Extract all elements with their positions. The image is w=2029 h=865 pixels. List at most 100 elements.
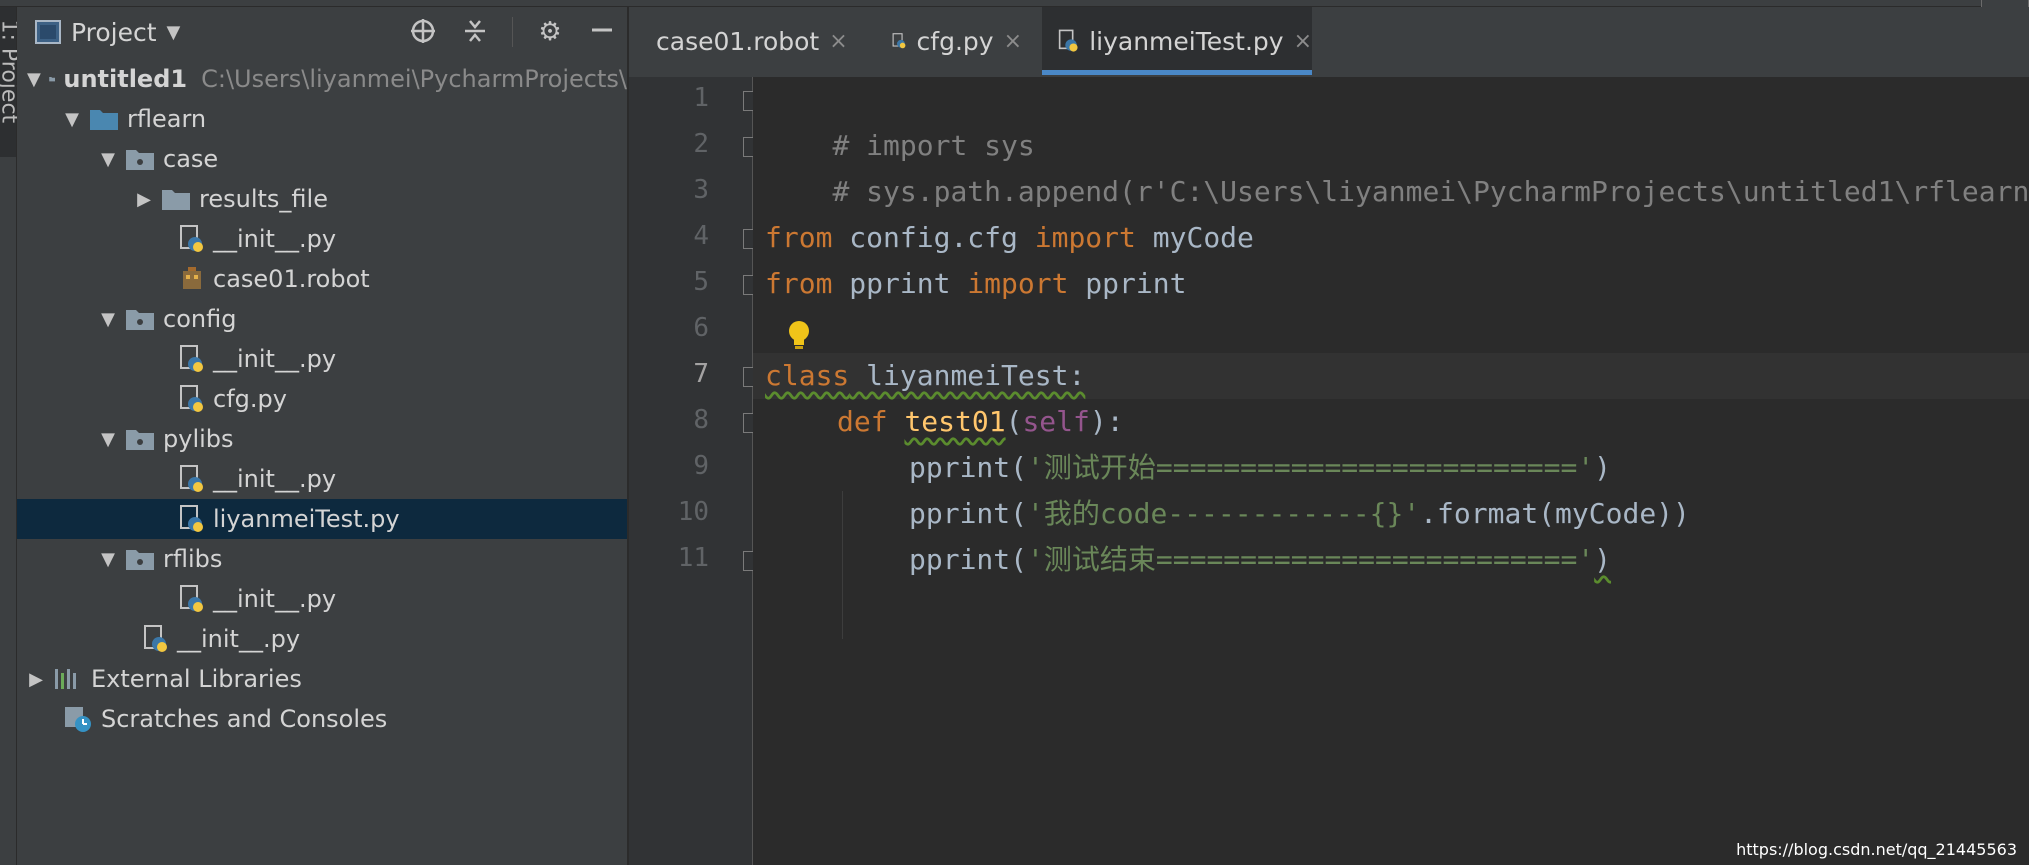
keyword: class <box>765 359 850 392</box>
collapse-all-icon[interactable] <box>460 17 490 47</box>
python-file-icon <box>892 33 906 49</box>
code-line-10: pprint('我的code------------{}'.format(myC… <box>765 491 1690 537</box>
identifier: pprint <box>1068 267 1187 300</box>
python-file-icon <box>180 385 203 412</box>
self-param: self <box>1022 405 1090 438</box>
keyword: import <box>967 267 1069 300</box>
line-number-gutter: 1 2 3 4 5 6 7 8 9 10 11 <box>629 77 759 865</box>
package-folder-icon <box>126 550 154 570</box>
tree-item-case[interactable]: ▼ case <box>17 139 627 179</box>
chevron-down-icon[interactable]: ▼ <box>27 69 41 90</box>
chevron-down-icon[interactable]: ▼ <box>63 109 81 130</box>
tree-item-cfg-py[interactable]: cfg.py <box>17 379 627 419</box>
tree-item-rflibs[interactable]: ▼ rflibs <box>17 539 627 579</box>
tree-item-init-py[interactable]: __init__.py <box>17 459 627 499</box>
tree-item-init-py[interactable]: __init__.py <box>17 619 627 659</box>
tree-item-label: rflibs <box>163 545 223 573</box>
header-divider <box>512 17 513 47</box>
line-number: 10 <box>677 497 709 527</box>
keyword: def <box>837 405 888 438</box>
chevron-right-icon[interactable]: ▶ <box>27 669 45 690</box>
tree-item-label: case01.robot <box>213 265 370 293</box>
close-icon[interactable]: × <box>829 29 847 54</box>
close-icon[interactable]: × <box>1004 29 1022 54</box>
project-panel: Project ▼ ⚙ ▼ untitled1 C:\Users\liyanme… <box>17 7 629 865</box>
chevron-right-icon[interactable]: ▶ <box>135 189 153 210</box>
library-icon <box>55 669 76 689</box>
keyword: import <box>1034 221 1136 254</box>
chevron-down-icon[interactable]: ▼ <box>99 549 117 570</box>
python-file-icon <box>180 505 203 532</box>
paren: ) <box>1594 451 1612 484</box>
project-panel-title: Project <box>71 17 157 47</box>
close-icon[interactable]: × <box>1294 29 1312 54</box>
scratches-icon <box>65 707 91 732</box>
tab-liyanmeitest-py[interactable]: liyanmeiTest.py × <box>1042 7 1312 75</box>
tool-window-strip: 1: Project <box>0 7 22 865</box>
identifier: myCode <box>1135 221 1254 254</box>
chevron-down-icon[interactable]: ▼ <box>99 429 117 450</box>
tree-item-label: case <box>163 145 219 173</box>
editor-tab-bar: case01.robot × cfg.py × liyanmeiTest.py … <box>629 7 2029 78</box>
python-file-icon <box>1058 29 1078 52</box>
function-call: pprint( <box>909 451 1028 484</box>
code-line-5: from pprint import pprint <box>765 261 1186 307</box>
tab-label: case01.robot <box>656 26 820 56</box>
code-line-2: # sys.path.append(r'C:\Users\liyanmei\Py… <box>765 123 2029 208</box>
tree-item-config[interactable]: ▼ config <box>17 299 627 339</box>
tree-item-scratches[interactable]: Scratches and Consoles <box>17 699 627 739</box>
string-literal: '我的code------------{}' <box>1027 497 1421 530</box>
tab-label: cfg.py <box>916 26 994 56</box>
project-tool-tab[interactable]: 1: Project <box>0 7 22 157</box>
code-line-1: # import sys <box>765 77 1034 162</box>
keyword: from <box>765 267 833 300</box>
package-folder-icon <box>126 430 154 450</box>
tree-item-external-libraries[interactable]: ▶ External Libraries <box>17 659 627 699</box>
tree-item-label: pylibs <box>163 425 234 453</box>
tree-item-label: __init__.py <box>213 465 337 493</box>
tree-item-init-py[interactable]: __init__.py <box>17 339 627 379</box>
tree-item-init-py[interactable]: __init__.py <box>17 579 627 619</box>
package-folder-icon <box>126 150 154 170</box>
line-number: 8 <box>693 405 709 435</box>
chevron-down-icon[interactable]: ▼ <box>99 149 117 170</box>
module-name: config.cfg <box>832 221 1035 254</box>
line-number: 5 <box>693 267 709 297</box>
python-file-icon <box>144 625 167 652</box>
title-bar <box>0 0 2029 7</box>
folder-icon <box>49 77 56 82</box>
project-view-selector[interactable]: Project ▼ <box>35 18 180 47</box>
chevron-down-icon: ▼ <box>166 21 181 43</box>
robot-file-icon <box>183 267 201 289</box>
tree-item-label: __init__.py <box>213 345 337 373</box>
hide-panel-icon[interactable] <box>587 17 617 47</box>
folder-icon <box>162 190 190 210</box>
gear-icon[interactable]: ⚙ <box>535 17 565 47</box>
python-file-icon <box>180 225 203 252</box>
tree-item-pylibs[interactable]: ▼ pylibs <box>17 419 627 459</box>
tree-item-init-py[interactable]: __init__.py <box>17 219 627 259</box>
project-view-icon <box>35 20 61 44</box>
tree-item-results-file[interactable]: ▶ results_file <box>17 179 627 219</box>
code-line-11: pprint('测试结束=========================') <box>765 537 1611 583</box>
project-panel-header: Project ▼ ⚙ <box>17 7 627 57</box>
tab-cfg-py[interactable]: cfg.py × <box>892 7 1022 75</box>
tree-item-untitled1[interactable]: ▼ untitled1 C:\Users\liyanmei\PycharmPro… <box>17 59 627 99</box>
tree-item-label: rflearn <box>127 105 207 133</box>
tab-case01-robot[interactable]: case01.robot × <box>646 7 848 75</box>
paren: ( <box>1005 405 1023 438</box>
paren: ) <box>1594 543 1612 576</box>
code-line-9: pprint('测试开始=========================') <box>765 445 1611 491</box>
watermark: https://blog.csdn.net/qq_21445563 <box>1736 840 2017 859</box>
code-editor[interactable]: # import sys # sys.path.append(r'C:\User… <box>753 77 2029 865</box>
locate-icon[interactable] <box>408 17 438 47</box>
lightbulb-icon[interactable] <box>786 319 812 351</box>
line-number: 4 <box>693 221 709 251</box>
string-literal: '测试结束=========================' <box>1027 543 1595 576</box>
tree-item-rflearn[interactable]: ▼ rflearn <box>17 99 627 139</box>
python-file-icon <box>180 585 203 612</box>
chevron-down-icon[interactable]: ▼ <box>99 309 117 330</box>
tree-item-liyanmeitest-py[interactable]: liyanmeiTest.py <box>17 499 627 539</box>
tree-item-case01-robot[interactable]: case01.robot <box>17 259 627 299</box>
line-number-current: 7 <box>693 359 709 389</box>
